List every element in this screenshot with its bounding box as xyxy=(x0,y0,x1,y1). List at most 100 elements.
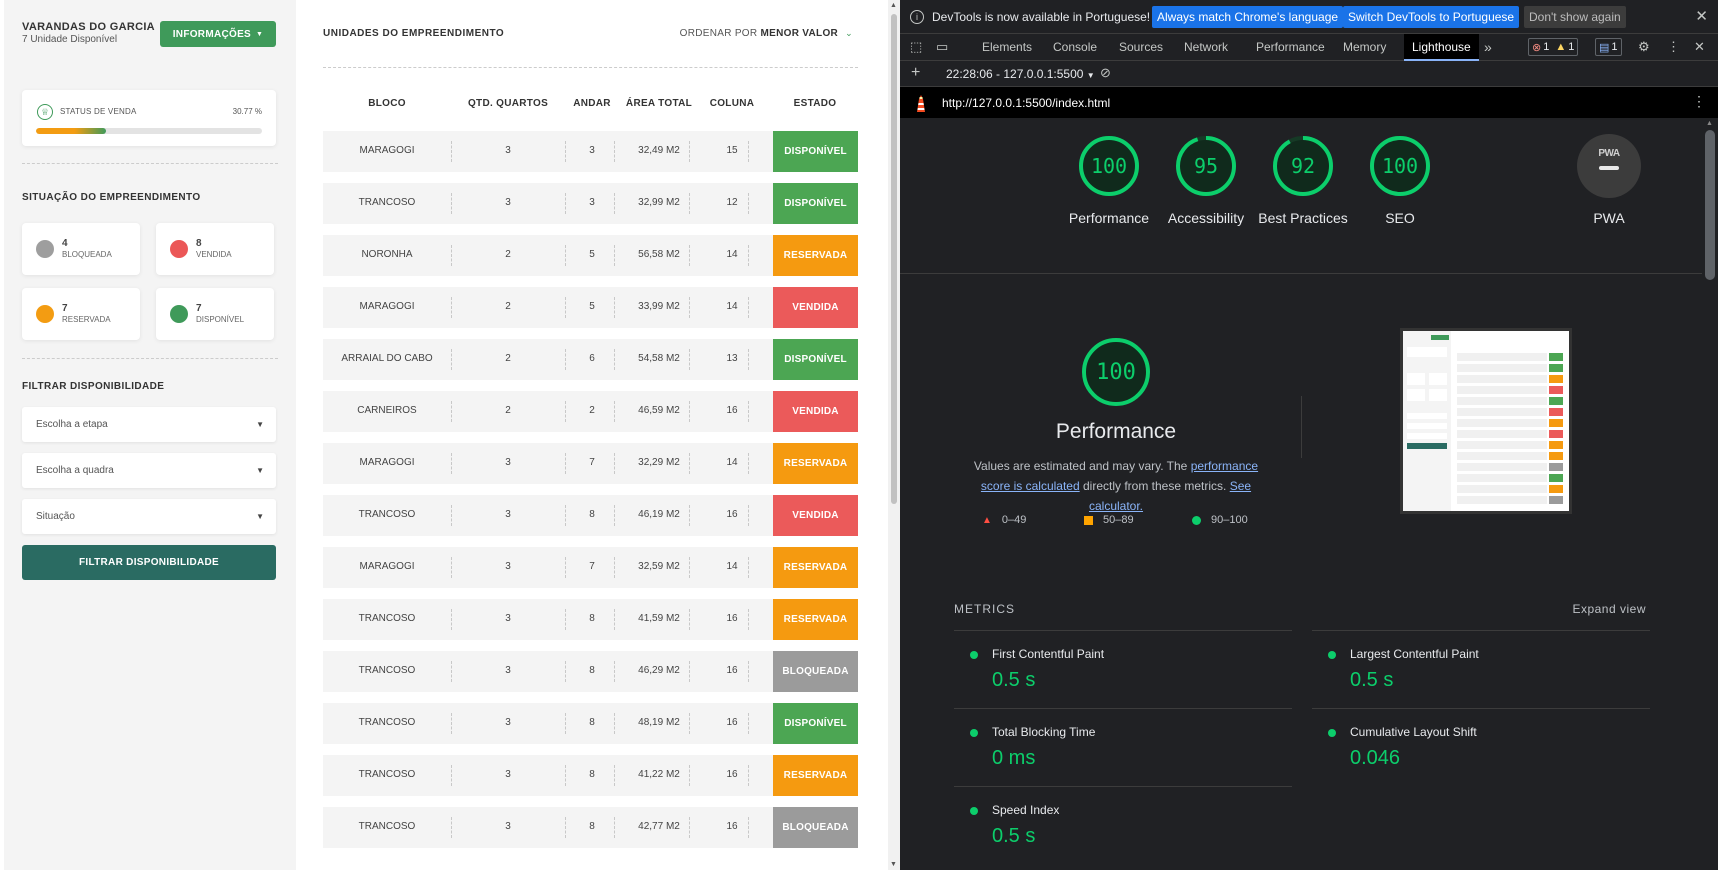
table-cell: TRANCOSO xyxy=(358,509,416,520)
gauge-seo[interactable]: 100 SEO xyxy=(1355,134,1445,228)
table-row[interactable]: MARAGOGI 3 7 32,59 M2 14 RESERVADA xyxy=(323,547,858,588)
thumb-row xyxy=(1457,419,1547,427)
page-scrollbar[interactable]: ▲ ▼ xyxy=(888,0,900,870)
table-cell: 46,59 M2 xyxy=(638,405,680,416)
close-icon[interactable]: ✕ xyxy=(1695,7,1708,25)
situacao-select[interactable]: Situação ▼ xyxy=(22,499,276,534)
table-row[interactable]: TRANCOSO 3 8 46,29 M2 16 BLOQUEADA xyxy=(323,651,858,692)
table-row[interactable]: MARAGOGI 3 7 32,29 M2 14 RESERVADA xyxy=(323,443,858,484)
tab-memory[interactable]: Memory xyxy=(1343,40,1386,54)
status-percent: 30.77 % xyxy=(232,107,262,116)
final-screenshot-thumbnail[interactable] xyxy=(1400,328,1572,514)
status-badge: VENDIDA xyxy=(773,391,858,432)
thumb-state xyxy=(1549,397,1563,405)
tab-sources[interactable]: Sources xyxy=(1119,40,1163,54)
status-badge: DISPONÍVEL xyxy=(773,183,858,224)
clear-icon[interactable]: ⊘ xyxy=(1100,65,1111,81)
screenshot-preview-image xyxy=(1403,331,1563,511)
report-selector[interactable]: 22:28:06 - 127.0.0.1:5500 ▼ xyxy=(946,67,1095,81)
scrollbar-thumb[interactable] xyxy=(891,14,897,504)
table-cell: 2 xyxy=(505,301,511,312)
pass-dot-icon xyxy=(970,807,978,815)
sort-dropdown[interactable]: ORDENAR POR MENOR VALOR ⌄ xyxy=(680,28,853,39)
gauge-pwa[interactable]: PWA PWA xyxy=(1564,134,1654,228)
cell-separator xyxy=(565,661,566,682)
cell-separator xyxy=(614,817,615,838)
gauge-best-practices[interactable]: 92 Best Practices xyxy=(1258,134,1348,228)
table-cell: MARAGOGI xyxy=(359,145,415,156)
tab-lighthouse[interactable]: Lighthouse xyxy=(1404,34,1479,61)
devtools-scrollbar[interactable]: ▲ xyxy=(1702,118,1718,870)
metric-value: 0.5 s xyxy=(1350,669,1394,691)
table-row[interactable]: CARNEIROS 2 2 46,59 M2 16 VENDIDA xyxy=(323,391,858,432)
filter-button[interactable]: FILTRAR DISPONIBILIDADE xyxy=(22,545,276,580)
table-row[interactable]: TRANCOSO 3 8 42,77 M2 16 BLOQUEADA xyxy=(323,807,858,848)
vendida-dot xyxy=(170,240,188,258)
cell-separator xyxy=(614,609,615,630)
info-button-label: INFORMAÇÕES xyxy=(172,28,252,40)
table-cell: TRANCOSO xyxy=(358,769,416,780)
gear-icon[interactable]: ⚙ xyxy=(1638,39,1650,55)
scrollbar-thumb[interactable] xyxy=(1705,130,1715,280)
issues-counter[interactable]: ⊗ 1 ▲ 1 xyxy=(1528,38,1579,56)
table-cell: 54,58 M2 xyxy=(638,353,680,364)
table-row[interactable]: TRANCOSO 3 8 41,59 M2 16 RESERVADA xyxy=(323,599,858,640)
table-cell: NORONHA xyxy=(361,249,413,260)
match-language-button[interactable]: Always match Chrome's language xyxy=(1152,6,1344,28)
table-cell: 2 xyxy=(505,353,511,364)
legend-fail: ▲ 0–49 xyxy=(982,514,1026,526)
tab-elements[interactable]: Elements xyxy=(982,40,1032,54)
table-row[interactable]: NORONHA 2 5 56,58 M2 14 RESERVADA xyxy=(323,235,858,276)
table-row[interactable]: TRANCOSO 3 3 32,99 M2 12 DISPONÍVEL xyxy=(323,183,858,224)
gauge-performance[interactable]: 100 Performance xyxy=(1064,134,1154,228)
table-row[interactable]: MARAGOGI 3 3 32,49 M2 15 DISPONÍVEL xyxy=(323,131,858,172)
cell-separator xyxy=(689,765,690,786)
tab-network[interactable]: Network xyxy=(1184,40,1228,54)
legend-fail-label: 0–49 xyxy=(1001,514,1027,526)
gauge-ring: 100 xyxy=(1077,134,1141,198)
kebab-menu-icon[interactable]: ⋮ xyxy=(1667,39,1680,55)
plus-icon[interactable]: + xyxy=(911,64,920,82)
table-cell: 2 xyxy=(505,249,511,260)
gauge-accessibility[interactable]: 95 Accessibility xyxy=(1161,134,1251,228)
table-cell: 5 xyxy=(589,301,595,312)
expand-view-toggle[interactable]: Expand view xyxy=(1572,602,1646,616)
more-tabs-icon[interactable]: » xyxy=(1484,39,1492,55)
close-devtools-icon[interactable]: ✕ xyxy=(1694,39,1705,55)
gauge-score: 100 xyxy=(1381,154,1419,178)
messages-counter[interactable]: ▤ 1 xyxy=(1595,38,1622,56)
situacao-select-label: Situação xyxy=(36,511,75,522)
tab-console[interactable]: Console xyxy=(1053,40,1097,54)
cell-separator xyxy=(689,297,690,318)
table-cell: 16 xyxy=(726,821,738,832)
table-row[interactable]: TRANCOSO 3 8 41,22 M2 16 RESERVADA xyxy=(323,755,858,796)
etapa-select[interactable]: Escolha a etapa ▼ xyxy=(22,407,276,442)
table-row[interactable]: TRANCOSO 3 8 48,19 M2 16 DISPONÍVEL xyxy=(323,703,858,744)
cell-separator xyxy=(748,765,749,786)
kebab-menu-icon[interactable]: ⋮ xyxy=(1692,93,1706,110)
inspect-element-icon[interactable]: ⬚ xyxy=(910,39,922,55)
gauge-score: 100 xyxy=(1090,154,1128,178)
cell-separator xyxy=(689,661,690,682)
scroll-down-icon[interactable]: ▼ xyxy=(890,861,897,868)
table-row[interactable]: MARAGOGI 2 5 33,99 M2 14 VENDIDA xyxy=(323,287,858,328)
tab-performance[interactable]: Performance xyxy=(1256,40,1325,54)
cell-separator xyxy=(565,141,566,162)
thumb-row xyxy=(1457,375,1547,383)
cell-separator xyxy=(565,609,566,630)
cell-separator xyxy=(689,609,690,630)
warning-icon: ▲ xyxy=(1555,41,1567,53)
table-row[interactable]: TRANCOSO 3 8 46,19 M2 16 VENDIDA xyxy=(323,495,858,536)
device-toolbar-icon[interactable]: ▭ xyxy=(936,39,948,55)
scroll-up-icon[interactable]: ▲ xyxy=(890,2,897,9)
metrics-title: METRICS xyxy=(954,602,1015,616)
cell-separator xyxy=(565,401,566,422)
info-button[interactable]: INFORMAÇÕES ▼ xyxy=(160,21,276,47)
quadra-select[interactable]: Escolha a quadra ▼ xyxy=(22,453,276,488)
dont-show-again-button[interactable]: Don't show again xyxy=(1524,6,1626,28)
switch-language-button[interactable]: Switch DevTools to Portuguese xyxy=(1343,6,1520,28)
status-badge: VENDIDA xyxy=(773,287,858,328)
table-row[interactable]: ARRAIAL DO CABO 2 6 54,58 M2 13 DISPONÍVEL xyxy=(323,339,858,380)
status-badge: DISPONÍVEL xyxy=(773,339,858,380)
scroll-up-icon[interactable]: ▲ xyxy=(1706,120,1713,127)
